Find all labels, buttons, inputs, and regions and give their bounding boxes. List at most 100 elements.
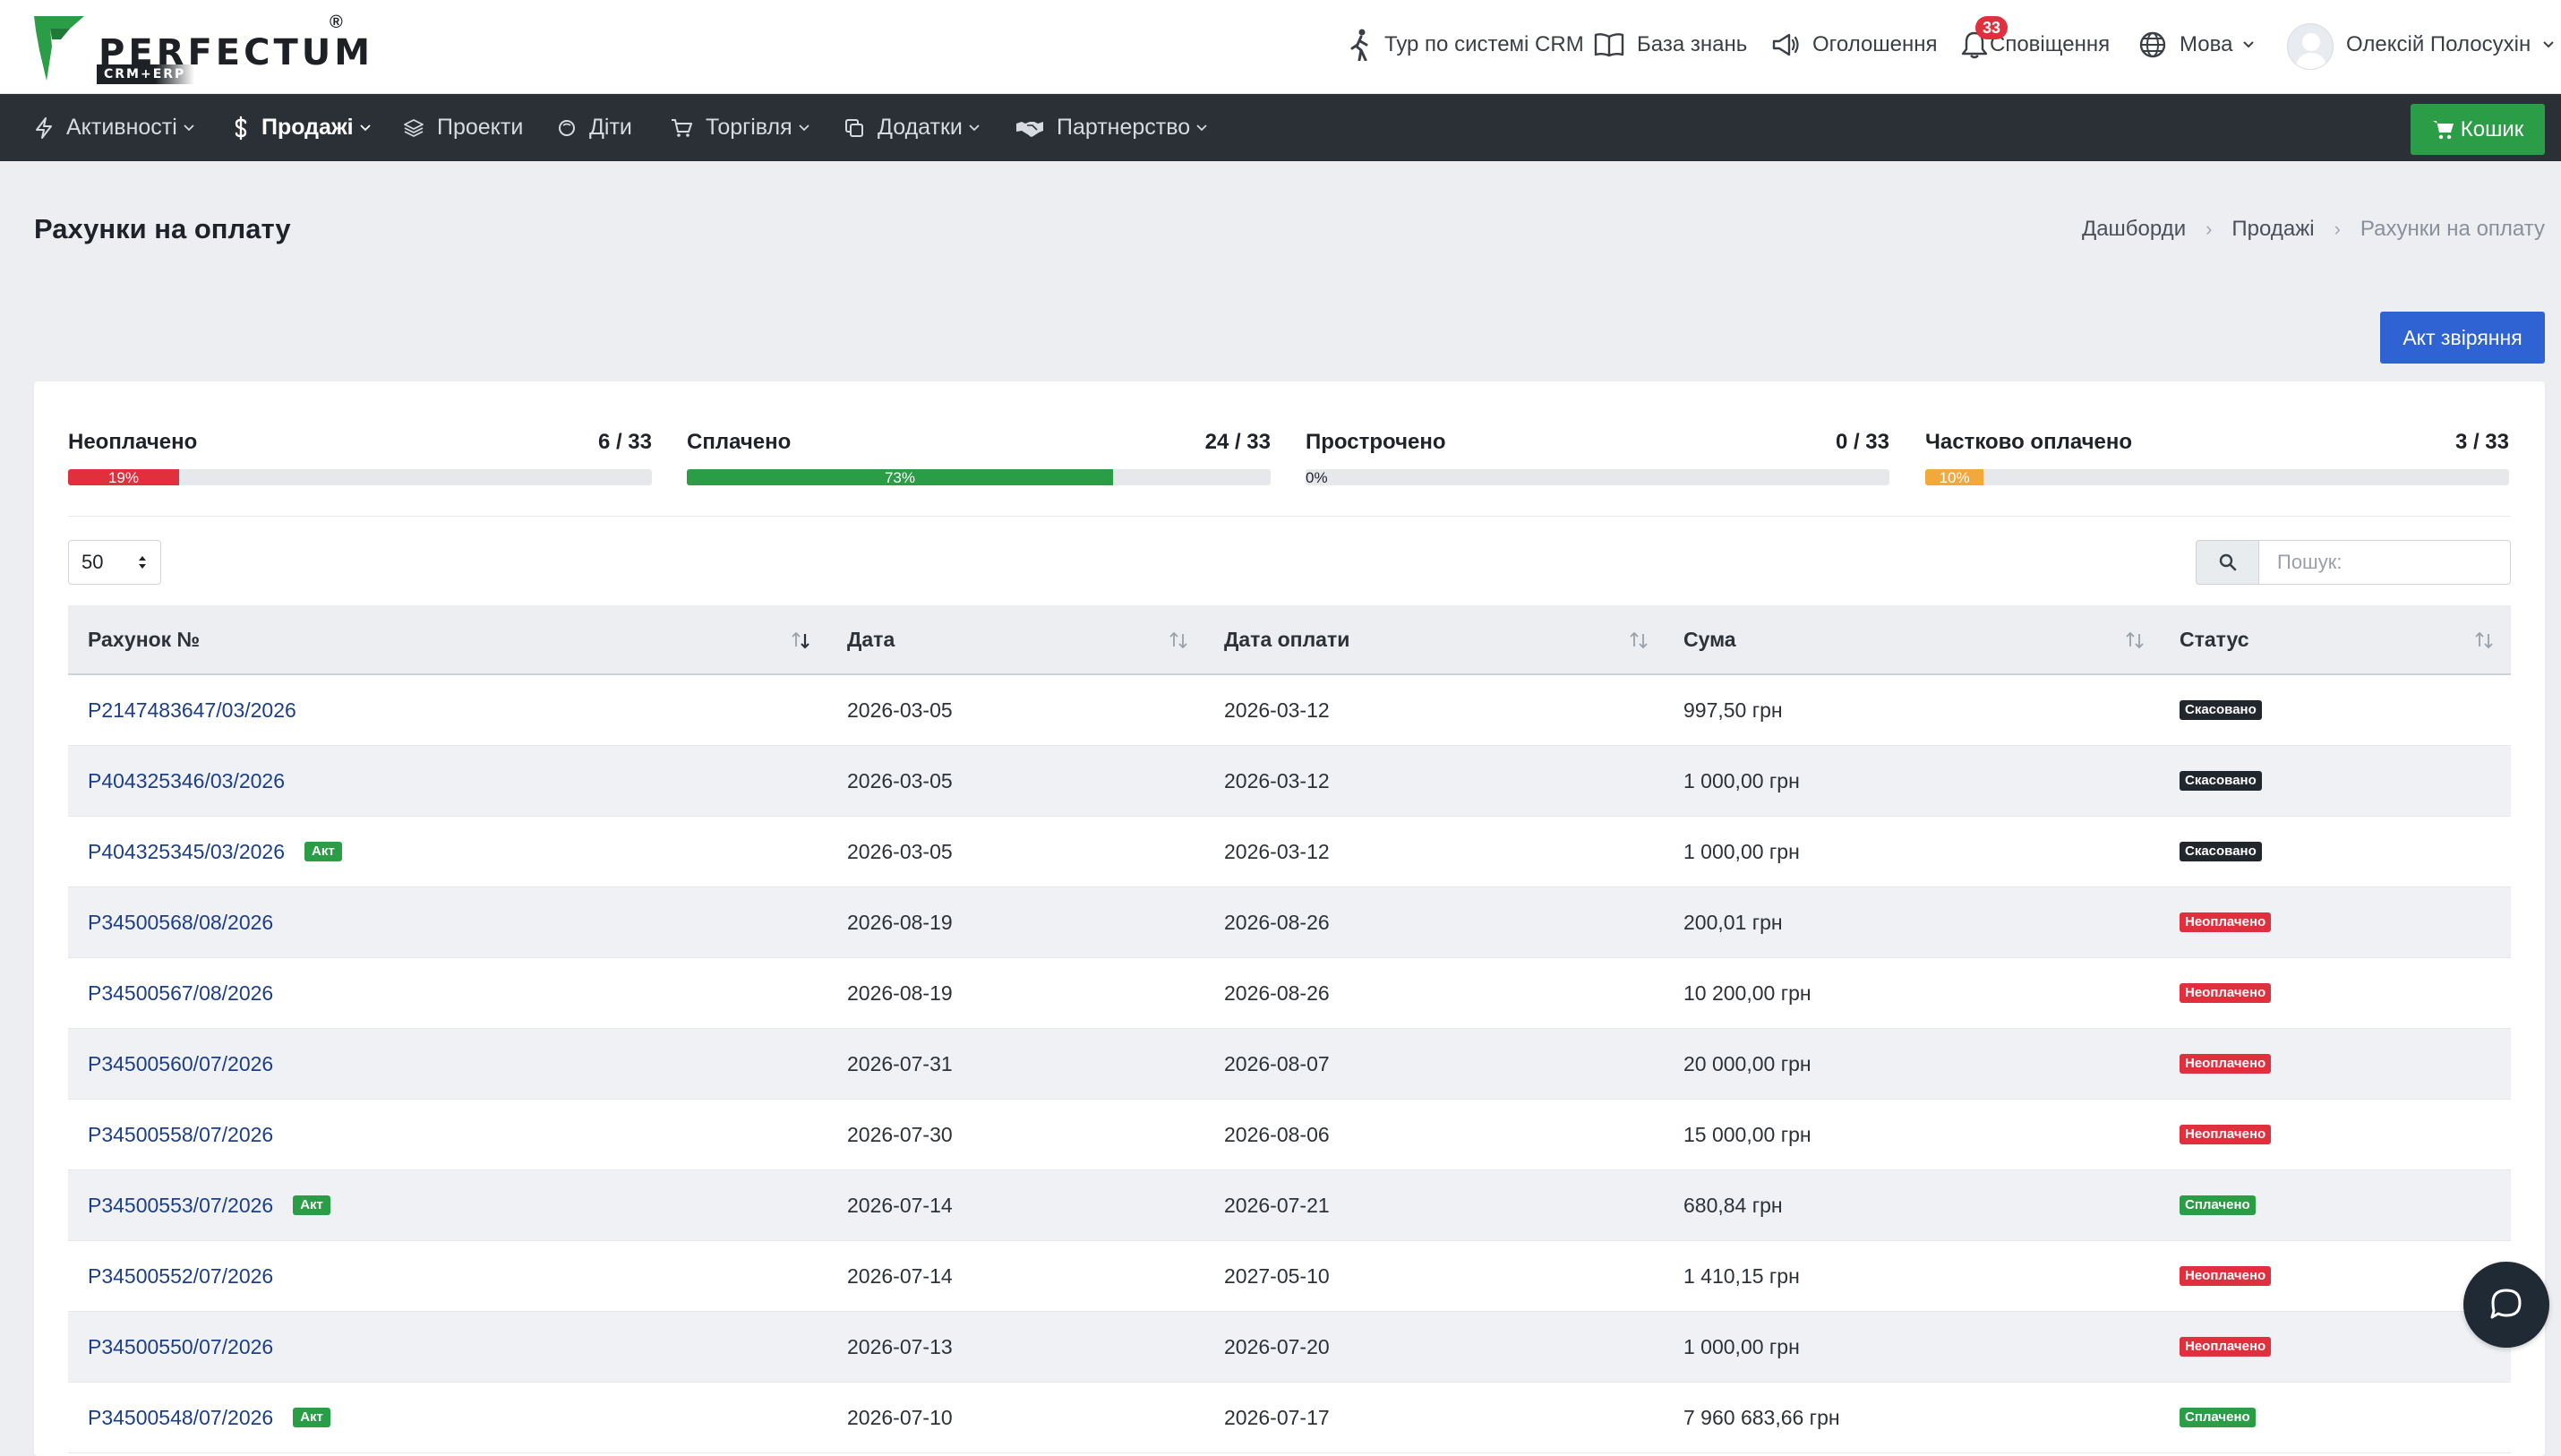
- circle-icon: [559, 119, 575, 136]
- page-size-select[interactable]: 50: [68, 540, 161, 585]
- search-button[interactable]: [2196, 540, 2258, 585]
- invoice-number-cell: Р404325345/03/2026 Акт: [88, 817, 342, 886]
- sort-desc-icon[interactable]: [790, 630, 811, 650]
- pay-date-cell: 2026-07-21: [1224, 1194, 1330, 1217]
- announcements-link[interactable]: Оголошення: [1771, 0, 1937, 90]
- nav-item-projects[interactable]: Проекти: [403, 94, 523, 161]
- language-selector[interactable]: Мова: [2138, 0, 2256, 90]
- pay-date-cell: 2026-03-12: [1224, 840, 1330, 863]
- chevron-down-icon: [2243, 41, 2255, 48]
- invoice-number-link[interactable]: Р34500553/07/2026: [88, 1194, 273, 1217]
- invoices-table: Рахунок № Дата Дата оплати Сума Статус Р…: [68, 605, 2511, 1453]
- cart-button[interactable]: Кошик: [2411, 104, 2545, 155]
- stat-progress-bar: 73%: [687, 469, 1271, 485]
- sort-icon[interactable]: [1628, 630, 1649, 650]
- column-header-pay-date[interactable]: Дата оплати: [1224, 605, 1349, 673]
- logo-subtitle: CRM+ERP: [97, 64, 195, 84]
- table-row[interactable]: Р404325346/03/2026 2026-03-05 2026-03-12 1 …: [68, 746, 2511, 817]
- crm-tour-link[interactable]: Тур по системі CRM: [1349, 0, 1584, 90]
- knowledge-base-link[interactable]: База знань: [1594, 0, 1747, 90]
- stat-progress-bar: 0%: [1306, 469, 1889, 485]
- stat-progress-label: 19%: [107, 469, 139, 485]
- nav-item-children[interactable]: Діти: [557, 94, 632, 161]
- invoice-number-cell: Р34500568/08/2026: [88, 887, 273, 957]
- pay-date-cell: 2026-07-20: [1224, 1335, 1330, 1358]
- nav-item-sales[interactable]: Продажі: [233, 94, 372, 161]
- sum-cell: 20 000,00 грн: [1683, 1052, 1812, 1075]
- nav-item-label: Проекти: [437, 115, 524, 140]
- perfectum-logo[interactable]: PERFECTUM ® CRM+ERP: [34, 13, 370, 84]
- invoice-number-link[interactable]: Р404325346/03/2026: [88, 769, 285, 792]
- cart-button-label: Кошик: [2460, 116, 2524, 141]
- sort-icon[interactable]: [2124, 630, 2146, 650]
- stat-progress-bar: 10%: [1925, 469, 2509, 485]
- announcements-label: Оголошення: [1812, 32, 1938, 56]
- invoice-number-cell: Р34500558/07/2026: [88, 1100, 273, 1169]
- table-row[interactable]: Р2147483647/03/2026 2026-03-05 2026-03-12 9…: [68, 675, 2511, 746]
- table-row[interactable]: Р34500550/07/2026 2026-07-13 2026-07-20 1 0…: [68, 1312, 2511, 1383]
- invoice-number-cell: Р34500550/07/2026: [88, 1312, 273, 1382]
- invoice-number-link[interactable]: Р34500552/07/2026: [88, 1264, 273, 1288]
- invoice-number-link[interactable]: Р34500568/08/2026: [88, 911, 273, 934]
- invoice-number-link[interactable]: Р2147483647/03/2026: [88, 698, 296, 722]
- stat-count: 24 / 33: [1204, 430, 1271, 454]
- column-header-number[interactable]: Рахунок №: [88, 605, 200, 673]
- chevron-down-icon: [969, 124, 980, 131]
- breadcrumb: Дашборди › Продажі › Рахунки на оплату: [2082, 217, 2545, 242]
- pay-date-cell: 2026-08-26: [1224, 911, 1330, 934]
- column-header-date[interactable]: Дата: [847, 605, 895, 673]
- table-row[interactable]: Р34500558/07/2026 2026-07-30 2026-08-06 15 …: [68, 1100, 2511, 1170]
- invoice-number-link[interactable]: Р34500560/07/2026: [88, 1052, 273, 1075]
- table-row[interactable]: Р34500567/08/2026 2026-08-19 2026-08-26 10 …: [68, 958, 2511, 1029]
- nav-item-label: Додатки: [878, 115, 963, 140]
- table-row[interactable]: Р34500568/08/2026 2026-08-19 2026-08-26 200…: [68, 887, 2511, 958]
- invoice-number-link[interactable]: Р404325345/03/2026: [88, 840, 285, 863]
- sort-icon[interactable]: [1168, 630, 1189, 650]
- book-icon: [1594, 33, 1624, 57]
- breadcrumb-dashboards[interactable]: Дашборди: [2082, 217, 2186, 242]
- stat-unpaid: Неоплачено 6 / 33 19%: [68, 430, 652, 485]
- pay-date-cell: 2026-03-12: [1224, 769, 1330, 792]
- sort-icon[interactable]: [2473, 630, 2495, 650]
- invoice-number-link[interactable]: Р34500548/07/2026: [88, 1406, 273, 1429]
- column-header-status[interactable]: Статус: [2180, 605, 2249, 673]
- nav-item-label: Діти: [589, 115, 632, 140]
- nav-item-addons[interactable]: Додатки: [844, 94, 981, 161]
- table-row[interactable]: Р34500552/07/2026 2026-07-14 2027-05-10 1 4…: [68, 1241, 2511, 1312]
- breadcrumb-separator-icon: ›: [2334, 218, 2341, 240]
- invoice-number-link[interactable]: Р34500550/07/2026: [88, 1335, 273, 1358]
- stat-label: Прострочено: [1306, 430, 1446, 454]
- pay-date-cell: 2026-08-06: [1224, 1123, 1330, 1146]
- notifications-link[interactable]: Сповіщення: [1961, 0, 2110, 90]
- table-row[interactable]: Р404325345/03/2026 Акт 2026-03-05 2026-03-1…: [68, 817, 2511, 887]
- user-avatar[interactable]: [2287, 23, 2334, 70]
- invoice-number-link[interactable]: Р34500567/08/2026: [88, 981, 273, 1005]
- search-input[interactable]: [2258, 540, 2511, 585]
- globe-icon: [2139, 31, 2166, 58]
- table-row[interactable]: Р34500560/07/2026 2026-07-31 2026-08-07 20 …: [68, 1029, 2511, 1100]
- status-badge: Неоплачено: [2180, 1125, 2272, 1144]
- status-badge: Скасовано: [2180, 842, 2262, 861]
- table-row[interactable]: Р34500553/07/2026 Акт 2026-07-14 2026-07-21…: [68, 1170, 2511, 1241]
- stat-label: Частково оплачено: [1925, 430, 2133, 454]
- user-menu[interactable]: Олексій Полосухін: [2346, 0, 2556, 90]
- status-badge: Неоплачено: [2180, 912, 2272, 932]
- lightning-icon: [36, 116, 52, 139]
- sum-cell: 1 000,00 грн: [1683, 769, 1800, 792]
- pay-date-cell: 2026-08-26: [1224, 981, 1330, 1005]
- breadcrumb-sales[interactable]: Продажі: [2231, 217, 2314, 242]
- language-label: Мова: [2180, 32, 2233, 56]
- nav-item-trade[interactable]: Торгівля: [670, 94, 810, 161]
- status-badge: Скасовано: [2180, 771, 2262, 791]
- stat-progress-label: 73%: [884, 469, 915, 485]
- column-header-sum[interactable]: Сума: [1683, 605, 1736, 673]
- invoice-number-link[interactable]: Р34500558/07/2026: [88, 1123, 273, 1146]
- table-row[interactable]: Р34500548/07/2026 Акт 2026-07-10 2026-07-17…: [68, 1383, 2511, 1453]
- reconciliation-act-button[interactable]: Акт звіряння: [2380, 312, 2545, 364]
- breadcrumb-current: Рахунки на оплату: [2360, 217, 2545, 241]
- chat-widget-button[interactable]: [2463, 1262, 2549, 1348]
- crm-tour-label: Тур по системі CRM: [1384, 32, 1584, 56]
- nav-item-activities[interactable]: Активності: [34, 94, 195, 161]
- nav-item-partnership[interactable]: Партнерство: [1015, 94, 1208, 161]
- sum-cell: 997,50 грн: [1683, 698, 1783, 722]
